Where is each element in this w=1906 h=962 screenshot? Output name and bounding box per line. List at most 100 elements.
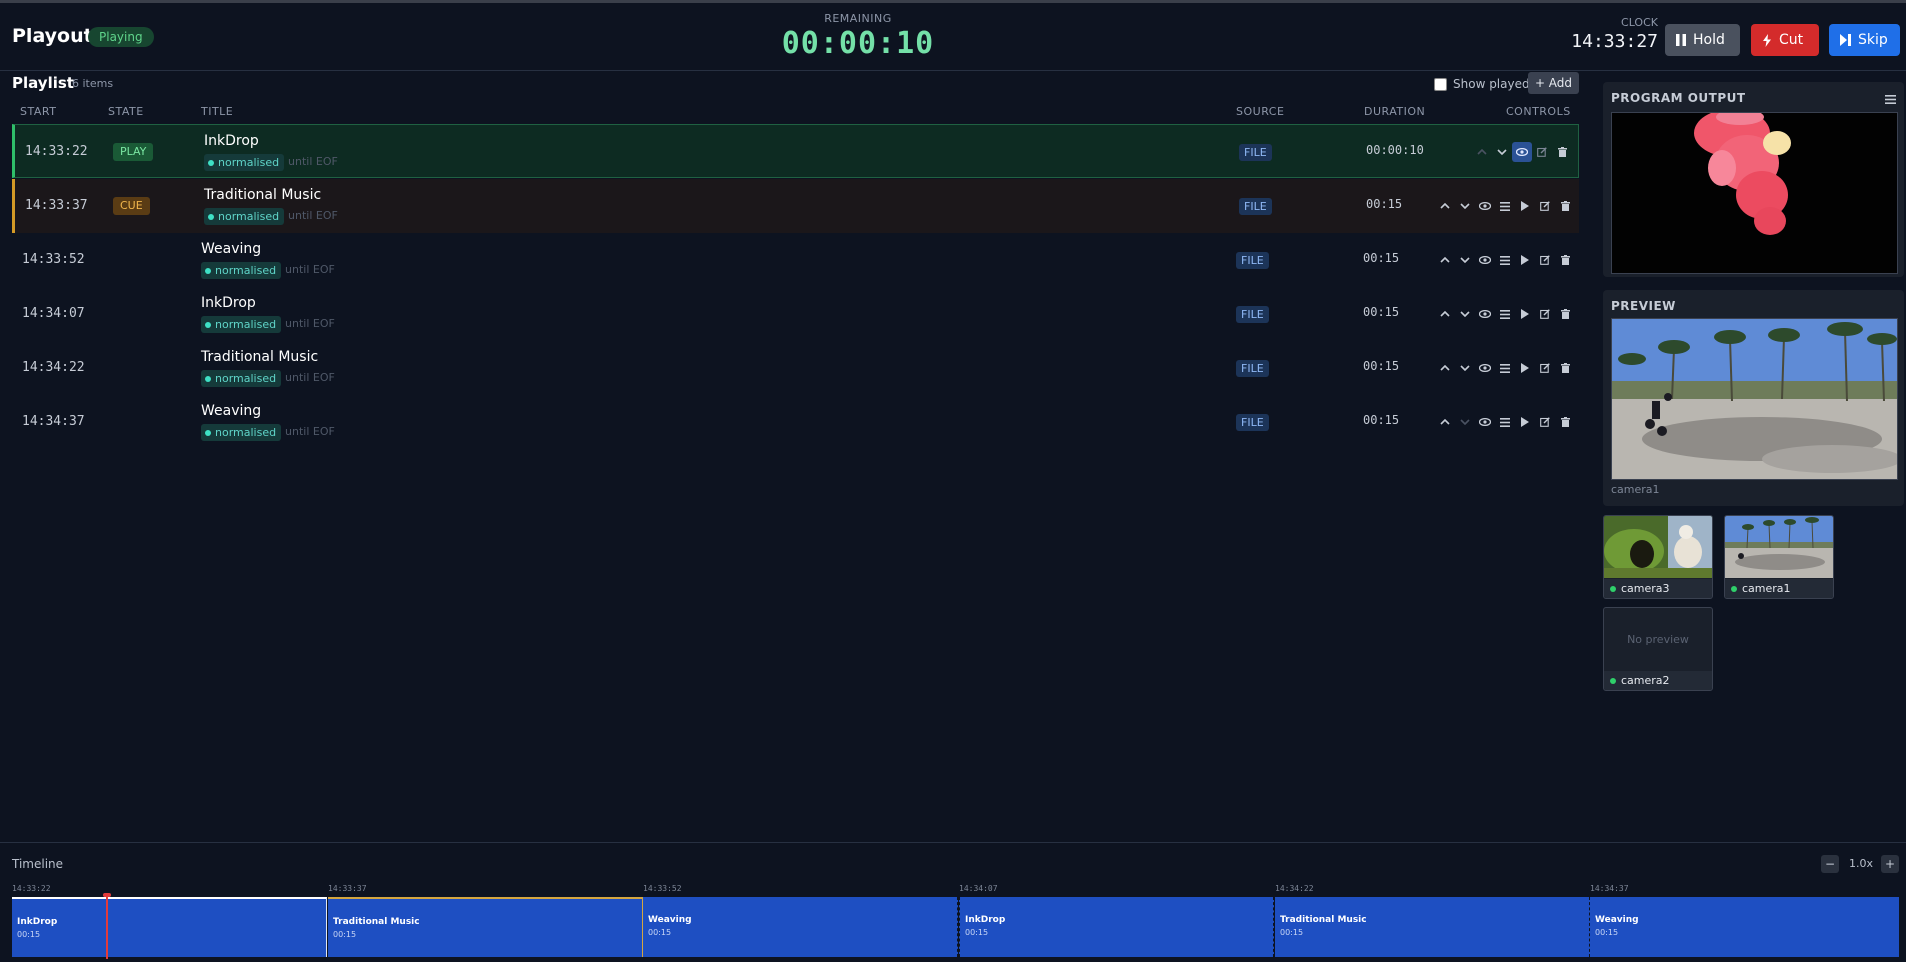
preview-eye-button[interactable]	[1475, 358, 1495, 378]
source-name: camera1	[1742, 582, 1791, 595]
move-up-button[interactable]	[1435, 196, 1455, 216]
normalised-badge: normalised	[201, 424, 282, 441]
source-label: camera1	[1725, 579, 1833, 598]
play-now-button[interactable]	[1515, 196, 1535, 216]
play-now-button[interactable]	[1515, 358, 1535, 378]
move-down-button[interactable]	[1455, 412, 1475, 432]
show-played-checkbox[interactable]	[1434, 77, 1447, 91]
move-up-button[interactable]	[1435, 358, 1455, 378]
delete-button[interactable]	[1555, 412, 1575, 432]
hamburger-menu-icon[interactable]	[1885, 93, 1896, 108]
timeline-block-playing[interactable]: InkDrop 00:15	[12, 897, 327, 957]
until-eof-label: until EOF	[285, 371, 335, 384]
source-thumbnail-camera1[interactable]: camera1	[1724, 515, 1834, 599]
program-output-panel: PROGRAM OUTPUT	[1603, 82, 1904, 277]
playlist-row[interactable]: 14:34:07 InkDrop normalised until EOF FI…	[12, 287, 1579, 341]
details-list-button[interactable]	[1495, 250, 1515, 270]
preview-eye-button[interactable]	[1475, 304, 1495, 324]
delete-button[interactable]	[1555, 358, 1575, 378]
delete-button[interactable]	[1552, 142, 1572, 162]
camera1-preview-image	[1725, 516, 1833, 578]
timeline-tick-label: 14:34:07	[959, 884, 998, 893]
preview-panel: PREVIEW camera1	[1603, 290, 1904, 506]
edit-button[interactable]	[1532, 142, 1552, 162]
playlist-row[interactable]: 14:34:37 Weaving normalised until EOF FI…	[12, 395, 1579, 449]
details-list-button[interactable]	[1495, 412, 1515, 432]
timeline-tick-label: 14:33:52	[643, 884, 682, 893]
preview-source-label: camera1	[1611, 483, 1660, 496]
move-down-button[interactable]	[1455, 250, 1475, 270]
source-thumbnail-camera3[interactable]: camera3	[1603, 515, 1713, 599]
show-played-toggle[interactable]: Show played	[1434, 77, 1530, 91]
playlist-row[interactable]: 14:34:22 Traditional Music normalised un…	[12, 341, 1579, 395]
status-dot-icon	[205, 321, 211, 328]
edit-button[interactable]	[1535, 358, 1555, 378]
clock-display: CLOCK 14:33:27	[1558, 16, 1658, 52]
preview-eye-button[interactable]	[1512, 142, 1532, 162]
edit-button[interactable]	[1535, 196, 1555, 216]
timeline-block-title: Traditional Music	[1280, 915, 1367, 925]
details-list-button[interactable]	[1495, 358, 1515, 378]
timeline-block[interactable]: Weaving 00:15	[643, 897, 958, 957]
skip-button[interactable]: Skip	[1829, 24, 1900, 56]
timeline-tick-label: 14:33:37	[328, 884, 367, 893]
timeline-block-cued[interactable]: Traditional Music 00:15	[328, 897, 643, 957]
zoom-out-button[interactable]: −	[1821, 855, 1839, 873]
timeline-block-title: InkDrop	[965, 915, 1006, 925]
preview-title: PREVIEW	[1611, 299, 1676, 313]
skip-next-icon	[1840, 34, 1851, 46]
cut-button[interactable]: Cut	[1751, 24, 1819, 56]
playhead[interactable]	[106, 893, 108, 959]
move-down-button[interactable]	[1492, 142, 1512, 162]
edit-button[interactable]	[1535, 412, 1555, 432]
until-eof-label: until EOF	[285, 425, 335, 438]
timeline-block[interactable]: Traditional Music 00:15	[1275, 897, 1590, 957]
delete-button[interactable]	[1555, 196, 1575, 216]
preview-eye-button[interactable]	[1475, 412, 1495, 432]
details-list-button[interactable]	[1495, 196, 1515, 216]
playlist-row[interactable]: 14:33:37 CUE Traditional Music normalise…	[12, 179, 1579, 233]
timeline-title: Timeline	[12, 857, 64, 871]
source-badge: FILE	[1239, 198, 1272, 215]
timeline-block-duration: 00:15	[648, 928, 672, 937]
move-up-button[interactable]	[1435, 412, 1455, 432]
edit-button[interactable]	[1535, 304, 1555, 324]
play-now-button[interactable]	[1515, 250, 1535, 270]
zoom-in-button[interactable]: +	[1881, 855, 1899, 873]
source-badge: FILE	[1236, 252, 1269, 269]
play-now-button[interactable]	[1515, 304, 1535, 324]
move-down-button[interactable]	[1455, 358, 1475, 378]
timeline-block[interactable]: Weaving 00:15	[1590, 897, 1899, 957]
move-up-button[interactable]	[1435, 304, 1455, 324]
timeline-block[interactable]: InkDrop 00:15	[959, 897, 1274, 957]
delete-button[interactable]	[1555, 304, 1575, 324]
source-thumbnail-camera2[interactable]: No preview camera2	[1603, 607, 1713, 691]
playlist-row[interactable]: 14:33:22 PLAY InkDrop normalised until E…	[12, 124, 1579, 178]
row-title: InkDrop	[204, 133, 259, 149]
preview-eye-button[interactable]	[1475, 250, 1495, 270]
add-item-button[interactable]: + Add	[1528, 72, 1579, 94]
details-list-button[interactable]	[1495, 304, 1515, 324]
lightning-icon	[1762, 33, 1772, 47]
hold-button[interactable]: Hold	[1665, 24, 1740, 56]
timeline-block-title: Traditional Music	[333, 917, 420, 927]
move-up-button[interactable]	[1472, 142, 1492, 162]
play-now-button[interactable]	[1515, 412, 1535, 432]
timeline-block-duration: 00:15	[1595, 928, 1619, 937]
online-dot-icon	[1610, 585, 1616, 592]
playlist-row[interactable]: 14:33:52 Weaving normalised until EOF FI…	[12, 233, 1579, 287]
move-up-button[interactable]	[1435, 250, 1455, 270]
edit-button[interactable]	[1535, 250, 1555, 270]
row-title: Traditional Music	[204, 187, 322, 203]
column-header-title: TITLE	[201, 105, 234, 118]
move-down-button[interactable]	[1455, 304, 1475, 324]
row-title: InkDrop	[201, 295, 256, 311]
row-controls	[1472, 142, 1572, 162]
normalised-badge: normalised	[204, 208, 285, 225]
delete-button[interactable]	[1555, 250, 1575, 270]
show-played-label: Show played	[1453, 77, 1530, 91]
row-duration: 00:15	[1363, 305, 1400, 319]
move-down-button[interactable]	[1455, 196, 1475, 216]
clock-label: CLOCK	[1621, 16, 1658, 29]
preview-eye-button[interactable]	[1475, 196, 1495, 216]
